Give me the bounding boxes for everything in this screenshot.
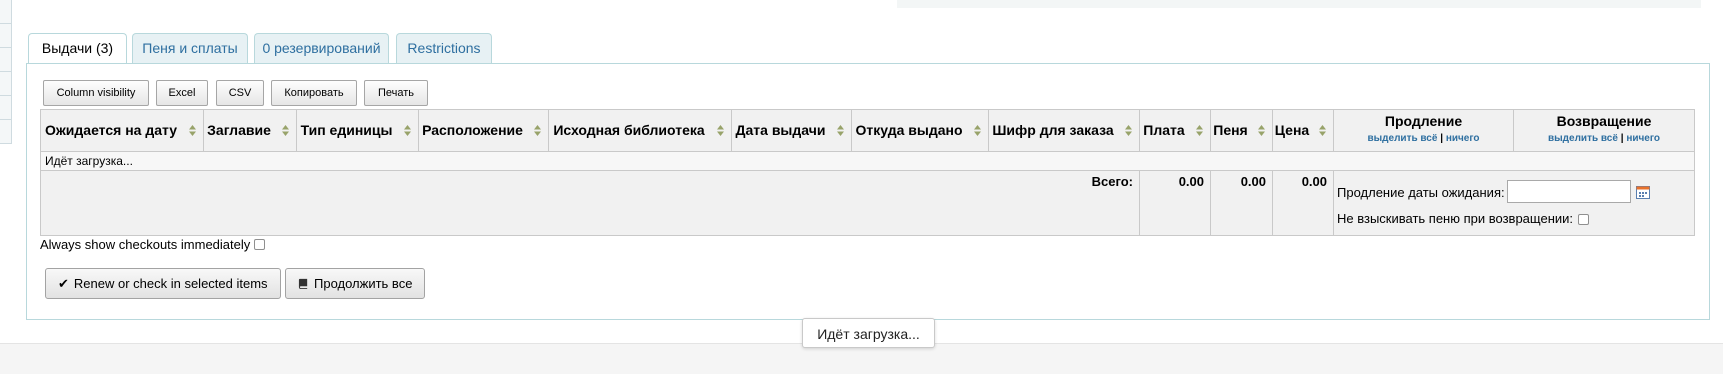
column-header-location[interactable]: Расположение bbox=[419, 110, 549, 152]
column-header-return: Возвращение выделить всё | ничего bbox=[1514, 110, 1694, 152]
column-header-charge[interactable]: Плата bbox=[1140, 110, 1211, 152]
column-header-label: Исходная библиотека bbox=[553, 122, 705, 138]
column-header-label: Дата выдачи bbox=[735, 122, 826, 138]
calendar-icon[interactable] bbox=[1636, 185, 1650, 199]
column-header-label: Пеня bbox=[1213, 122, 1248, 138]
left-edge-item bbox=[0, 72, 12, 96]
left-edge-item bbox=[0, 48, 12, 72]
column-header-label: Ожидается на дату bbox=[44, 122, 177, 138]
return-select-none-link[interactable]: ничего bbox=[1626, 133, 1660, 144]
column-header-label: Шифр для заказа bbox=[992, 122, 1114, 138]
column-header-due-date[interactable]: Ожидается на дату bbox=[41, 110, 204, 152]
column-header-label: Расположение bbox=[422, 122, 523, 138]
column-header-checkout-date[interactable]: Дата выдачи bbox=[732, 110, 852, 152]
total-label: Всего: bbox=[1091, 174, 1133, 189]
column-header-home-library[interactable]: Исходная библиотека bbox=[549, 110, 732, 152]
tab-restrictions[interactable]: Restrictions bbox=[396, 33, 492, 63]
due-date-label: Продление даты ожидания: bbox=[1337, 185, 1505, 200]
always-show-label: Always show checkouts immediately bbox=[40, 237, 251, 252]
top-panel bbox=[897, 0, 1701, 8]
total-fine: 0.00 bbox=[1240, 174, 1266, 189]
sort-icon bbox=[717, 125, 724, 136]
loading-row: Идёт загрузка... bbox=[41, 152, 1694, 171]
return-select-all-link[interactable]: выделить всё bbox=[1548, 133, 1618, 144]
link-separator: | bbox=[1440, 133, 1444, 144]
loading-text: Идёт загрузка... bbox=[45, 154, 133, 168]
renew-all-button[interactable]: Продолжить все bbox=[285, 268, 425, 299]
total-charge: 0.00 bbox=[1178, 174, 1204, 189]
tab-checkouts[interactable]: Выдачи (3) bbox=[28, 33, 127, 65]
sort-icon bbox=[189, 125, 196, 136]
sort-icon bbox=[1125, 125, 1132, 136]
check-icon: ✔ bbox=[58, 276, 69, 291]
no-fine-label: Не взыскивать пеню при возвращении: bbox=[1337, 211, 1574, 226]
renew-checkin-label: Renew or check in selected items bbox=[73, 276, 268, 291]
sort-icon bbox=[1319, 125, 1326, 136]
column-header-call-number[interactable]: Шифр для заказа bbox=[989, 110, 1140, 152]
renew-checkin-button[interactable]: ✔ Renew or check in selected items bbox=[45, 268, 281, 299]
sort-icon bbox=[282, 125, 289, 136]
column-header-item-type[interactable]: Тип единицы bbox=[297, 110, 419, 152]
loading-toast: Идёт загрузка... bbox=[802, 318, 935, 348]
excel-button[interactable]: Excel bbox=[156, 80, 208, 106]
no-fine-checkbox[interactable] bbox=[1578, 214, 1589, 225]
csv-button[interactable]: CSV bbox=[216, 80, 264, 106]
column-header-label: Цена bbox=[1274, 122, 1310, 138]
column-header-checked-out-from[interactable]: Откуда выдано bbox=[852, 110, 989, 152]
tab-holds[interactable]: 0 резервирований bbox=[254, 33, 389, 63]
tab-fines[interactable]: Пеня и сплаты bbox=[132, 33, 248, 63]
total-price-cell: 0.00 bbox=[1273, 171, 1334, 235]
renew-select-links: выделить всё | ничего bbox=[1334, 132, 1513, 146]
column-header-price[interactable]: Цена bbox=[1273, 110, 1334, 152]
renew-select-all-link[interactable]: выделить всё bbox=[1367, 133, 1437, 144]
column-header-fine[interactable]: Пеня bbox=[1211, 110, 1273, 152]
sort-icon bbox=[974, 125, 981, 136]
left-edge-item bbox=[0, 120, 12, 144]
sort-icon bbox=[534, 125, 541, 136]
sort-icon bbox=[1258, 125, 1265, 136]
left-edge-item bbox=[0, 96, 12, 120]
left-edge-panel bbox=[0, 0, 12, 148]
column-header-label: Заглавие bbox=[207, 122, 271, 138]
total-charge-cell: 0.00 bbox=[1140, 171, 1211, 235]
link-separator: | bbox=[1620, 133, 1624, 144]
total-price: 0.00 bbox=[1301, 174, 1327, 189]
left-edge-item bbox=[0, 24, 12, 48]
column-header-label: Продление bbox=[1384, 113, 1463, 129]
renew-select-none-link[interactable]: ничего bbox=[1446, 133, 1480, 144]
column-header-label: Откуда выдано bbox=[855, 122, 963, 138]
due-date-input[interactable] bbox=[1507, 180, 1631, 203]
column-header-label: Тип единицы bbox=[300, 122, 393, 138]
print-button[interactable]: Печать bbox=[364, 80, 428, 106]
sort-icon bbox=[837, 125, 844, 136]
always-show-checkbox[interactable] bbox=[254, 239, 265, 250]
sort-icon bbox=[404, 125, 411, 136]
copy-button[interactable]: Копировать bbox=[271, 80, 357, 106]
total-label-cell: Всего: bbox=[41, 171, 1140, 235]
column-header-label: Возвращение bbox=[1556, 113, 1652, 129]
left-edge-item bbox=[0, 0, 12, 24]
sort-icon bbox=[1196, 125, 1203, 136]
book-icon bbox=[298, 269, 309, 298]
return-select-links: выделить всё | ничего bbox=[1514, 132, 1694, 146]
total-fine-cell: 0.00 bbox=[1211, 171, 1273, 235]
column-visibility-button[interactable]: Column visibility bbox=[43, 80, 149, 106]
column-header-label: Плата bbox=[1143, 122, 1185, 138]
column-header-renew: Продление выделить всё | ничего bbox=[1334, 110, 1514, 152]
column-header-title[interactable]: Заглавие bbox=[204, 110, 297, 152]
renew-all-label: Продолжить все bbox=[314, 276, 413, 291]
